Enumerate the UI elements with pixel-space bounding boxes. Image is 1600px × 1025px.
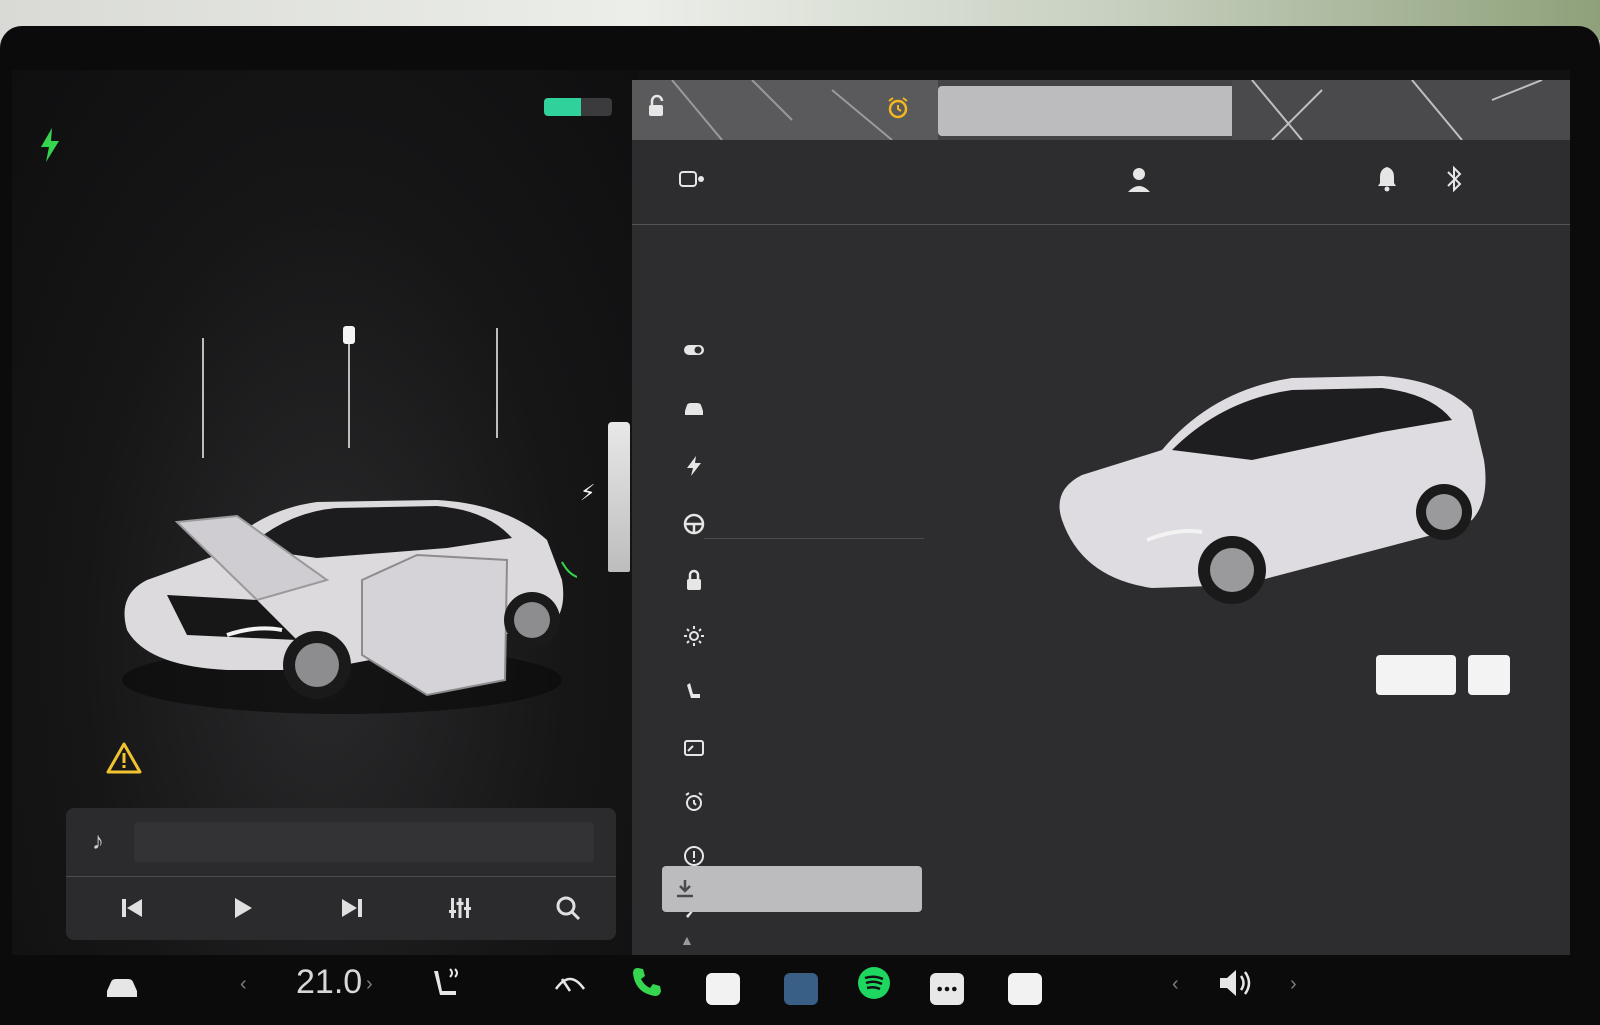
charging-station xyxy=(608,422,630,572)
car-icon[interactable] xyxy=(102,965,142,1005)
more-apps-icon[interactable] xyxy=(930,973,964,1005)
play-button[interactable] xyxy=(222,888,262,928)
car-status-panel: ⚡ ♪ xyxy=(12,70,638,1025)
driver-profile-icon[interactable] xyxy=(1126,166,1158,192)
sun-icon xyxy=(684,626,704,646)
search-icon xyxy=(556,896,581,921)
temp-decrease-button[interactable]: ‹ xyxy=(240,973,247,996)
warning-triangle-icon[interactable] xyxy=(106,742,142,774)
battery-indicator[interactable] xyxy=(544,98,612,116)
menu-item-seat[interactable] xyxy=(676,674,712,710)
option-button-small[interactable] xyxy=(1468,655,1510,695)
notepad-app-icon[interactable] xyxy=(1008,973,1042,1005)
alarm-clock-icon[interactable] xyxy=(886,96,910,120)
spotify-icon[interactable] xyxy=(856,965,892,1001)
volume-icon[interactable] xyxy=(1216,965,1256,1001)
play-icon xyxy=(235,898,252,918)
menu-item-display[interactable] xyxy=(676,730,712,766)
toggle-icon xyxy=(684,345,704,355)
seat-icon xyxy=(687,683,700,698)
media-player: ♪ xyxy=(66,808,616,940)
padlock-icon xyxy=(687,569,701,590)
option-button[interactable] xyxy=(1376,655,1456,695)
touchscreen: ⚡ ♪ ▲ xyxy=(12,70,1570,1025)
volume-increase-button[interactable]: › xyxy=(1290,973,1297,996)
lamp-pole xyxy=(496,328,498,438)
lightning-bolt-icon xyxy=(41,128,59,162)
menu-item-software[interactable] xyxy=(662,866,922,912)
equalizer-button[interactable] xyxy=(440,888,480,928)
previous-track-button[interactable] xyxy=(112,888,152,928)
lightning-bolt-icon xyxy=(687,456,701,476)
wiper-icon[interactable] xyxy=(552,965,588,1001)
menu-item-controls[interactable] xyxy=(676,332,712,368)
status-bar xyxy=(632,140,1570,225)
cabin-temperature[interactable]: 21.0 xyxy=(296,963,362,1002)
skip-back-icon xyxy=(122,899,142,917)
scroll-up-caret-icon[interactable]: ▲ xyxy=(680,932,700,952)
bell-icon[interactable] xyxy=(1376,164,1398,192)
skip-forward-icon xyxy=(342,899,362,917)
now-playing-area[interactable]: ♪ xyxy=(66,808,616,877)
menu-item-locks[interactable] xyxy=(676,562,712,598)
map-tile xyxy=(1232,80,1570,140)
menu-item-dynamics[interactable] xyxy=(676,390,712,426)
seat-heater-icon[interactable] xyxy=(430,965,466,1001)
screen-icon xyxy=(684,740,704,756)
music-note-icon: ♪ xyxy=(92,828,104,855)
ellipsis-icon xyxy=(937,986,957,992)
lamp-light xyxy=(343,326,355,344)
charging-bolt-icon: ⚡ xyxy=(580,480,596,505)
menu-item-charging[interactable] xyxy=(676,448,712,484)
next-track-button[interactable] xyxy=(332,888,372,928)
menu-item-autopilot[interactable] xyxy=(676,506,712,542)
car-3d-model[interactable] xyxy=(107,430,577,720)
download-icon xyxy=(677,880,693,898)
battery-fill xyxy=(544,98,582,116)
bottom-dock: ‹ 21.0 › ‹ › xyxy=(0,955,1600,1025)
menu-divider xyxy=(704,538,924,539)
temp-increase-button[interactable]: › xyxy=(366,973,373,996)
equalizer-icon xyxy=(449,898,471,918)
menu-item-lights[interactable] xyxy=(676,618,712,654)
media-search-button[interactable] xyxy=(548,888,588,928)
car-icon xyxy=(685,403,703,415)
phone-icon[interactable] xyxy=(630,965,664,999)
bluetooth-icon[interactable] xyxy=(1444,164,1464,194)
unlocked-padlock-icon[interactable] xyxy=(644,94,668,118)
navigation-app-icon[interactable] xyxy=(784,973,818,1005)
profile-icon[interactable] xyxy=(678,168,706,190)
menu-item-schedule[interactable] xyxy=(676,784,712,820)
alarm-clock-icon xyxy=(685,792,703,811)
car-3d-model[interactable] xyxy=(1052,350,1492,620)
steering-wheel-icon xyxy=(683,513,705,535)
volume-decrease-button[interactable]: ‹ xyxy=(1172,973,1179,996)
calendar-app-icon[interactable] xyxy=(706,973,740,1005)
info-circle-icon xyxy=(684,846,704,866)
track-info[interactable] xyxy=(134,822,594,862)
controls-panel: ▲ xyxy=(632,80,1570,1025)
map-strip[interactable] xyxy=(632,80,1570,140)
